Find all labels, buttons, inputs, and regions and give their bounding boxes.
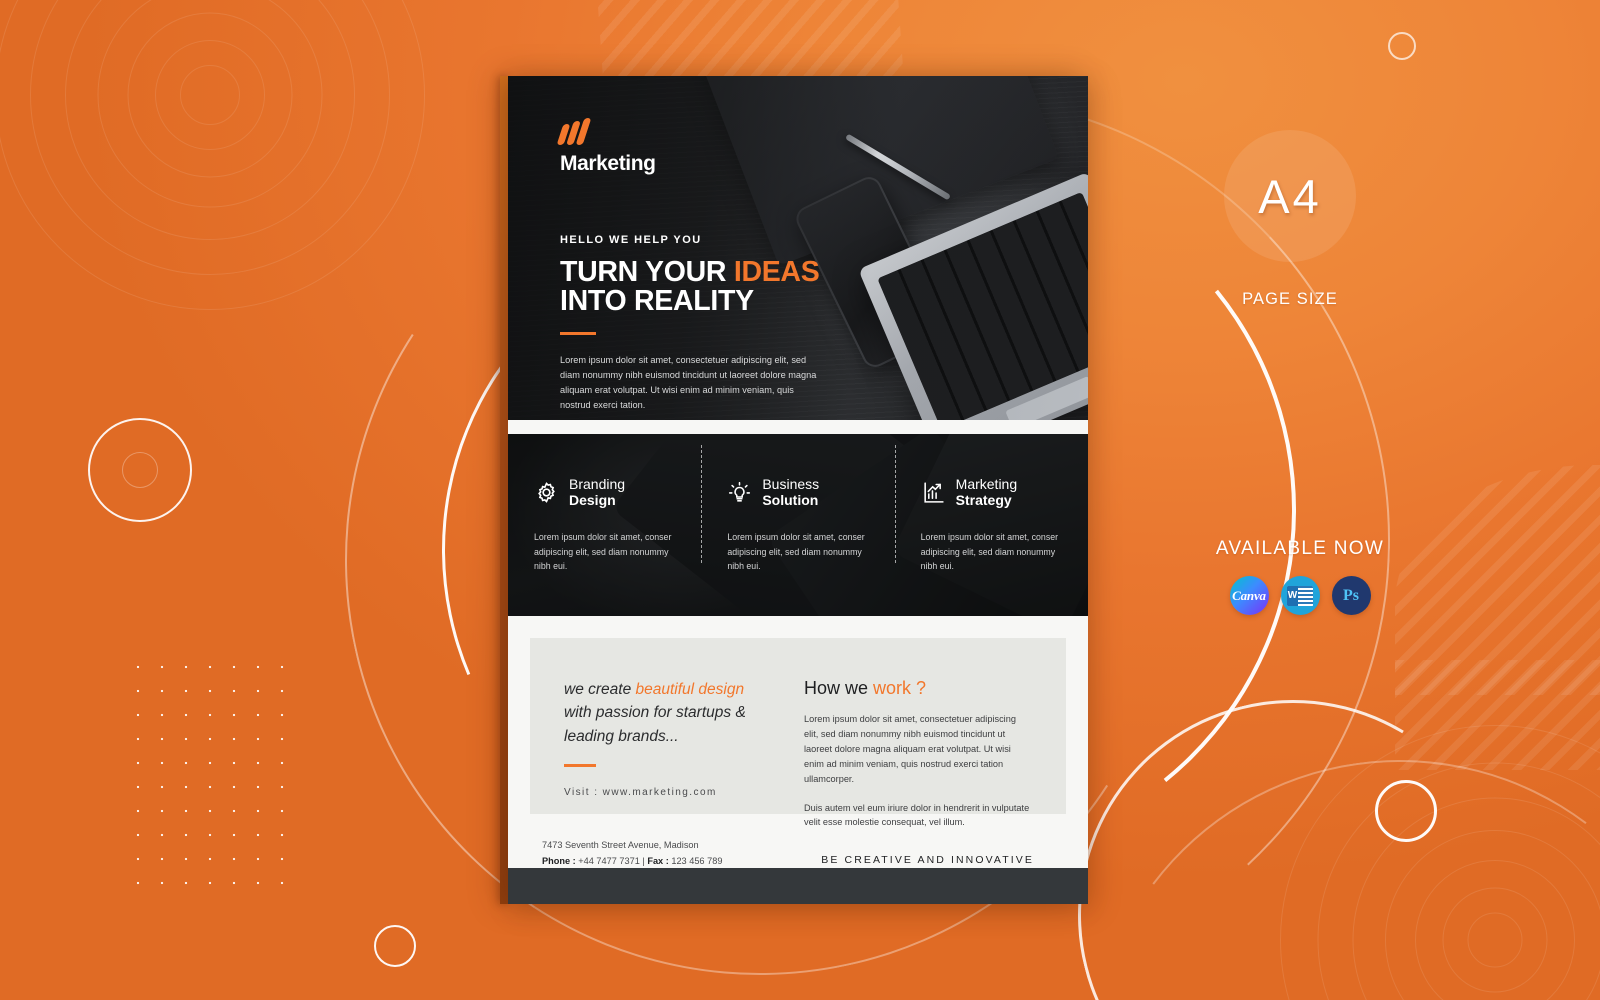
service-card-header: Business Solution xyxy=(727,475,868,508)
work-slogan-accent: beautiful design xyxy=(635,681,745,698)
available-now-label: AVAILABLE NOW xyxy=(1215,538,1385,559)
concentric-rings-bottom-right-decoration xyxy=(1260,705,1600,1000)
footer-phone-label: Phone : xyxy=(542,855,576,866)
circle-outline-top-right-decoration xyxy=(1388,32,1416,60)
poster-how-we-work-section: we create beautiful design with passion f… xyxy=(530,638,1066,827)
hero-headline: TURN YOUR IDEAS INTO REALITY xyxy=(560,256,860,318)
poster-logo: Marketing xyxy=(556,118,656,176)
service-card-header: Marketing Strategy xyxy=(921,475,1062,508)
service-card-body: Lorem ipsum dolor sit amet, conser adipi… xyxy=(920,532,1059,571)
service-title-line1: Marketing xyxy=(955,475,1018,492)
arc-bottom-sweep-decoration xyxy=(1049,719,1600,1000)
service-card-title: Business Solution xyxy=(762,475,820,508)
service-card-body: Lorem ipsum dolor sit amet, conser adipi… xyxy=(534,532,672,571)
work-accent-rule xyxy=(564,763,596,767)
lightbulb-idea-icon xyxy=(727,480,752,505)
footer-address: 7473 Seventh Street Avenue, Madison xyxy=(542,840,699,850)
work-slogan-plain-1: we create xyxy=(564,681,636,698)
canva-icon-label: Canva xyxy=(1232,587,1266,603)
work-paragraph-1: Lorem ipsum dolor sit amet, consectetuer… xyxy=(804,714,1016,784)
service-title-line2: Solution xyxy=(762,491,819,508)
arc-bottom-left-decoration xyxy=(1032,654,1554,1000)
service-card-title: Marketing Strategy xyxy=(955,475,1018,508)
marketing-bars-logo-icon xyxy=(556,118,656,145)
circle-outline-bottom-left-decoration xyxy=(374,925,416,967)
flyer-poster[interactable]: Marketing HELLO WE HELP YOU TURN YOUR ID… xyxy=(508,76,1088,904)
footer-fax-value: 123 456 789 xyxy=(668,855,723,866)
hero-copy-block: HELLO WE HELP YOU TURN YOUR IDEAS INTO R… xyxy=(560,234,860,413)
service-card-business-solution: Business Solution Lorem ipsum dolor sit … xyxy=(701,444,894,573)
hero-eyebrow: HELLO WE HELP YOU xyxy=(560,234,702,246)
page-size-badge: A4 xyxy=(1224,130,1356,262)
hero-paragraph: Lorem ipsum dolor sit amet, consectetuer… xyxy=(560,355,817,410)
service-title-line2: Design xyxy=(569,491,616,508)
word-icon[interactable]: W xyxy=(1280,576,1320,615)
work-title: How we work ? xyxy=(804,678,1032,699)
word-icon-document: W xyxy=(1287,585,1313,606)
page-size-label: PAGE SIZE xyxy=(1242,290,1338,308)
service-title-line1: Branding xyxy=(569,475,626,492)
circle-outline-left-inner-decoration xyxy=(122,452,158,488)
circle-outline-bottom-right-decoration xyxy=(1375,780,1437,842)
footer-phone-value: +44 7477 7371 xyxy=(575,855,643,866)
diagonal-hatch-bottom-right-decoration xyxy=(1395,660,1600,770)
work-title-accent: work ? xyxy=(873,678,927,698)
poster-logo-text: Marketing xyxy=(560,152,656,175)
photoshop-icon[interactable]: Ps xyxy=(1331,576,1371,615)
work-slogan-plain-2: with passion for startups & leading bran… xyxy=(564,704,746,745)
footer-fax-label: Fax : xyxy=(647,855,669,866)
poster-divider-strip xyxy=(508,420,1088,434)
hero-headline-line2: INTO REALITY xyxy=(560,285,754,318)
circle-outline-left-decoration xyxy=(88,418,192,522)
work-slogan: we create beautiful design with passion f… xyxy=(564,678,776,748)
dot-grid-decoration xyxy=(126,655,296,885)
poster-hero-section: Marketing HELLO WE HELP YOU TURN YOUR ID… xyxy=(508,76,1088,420)
gear-icon xyxy=(534,480,559,505)
bar-chart-growth-icon xyxy=(921,480,946,505)
work-paragraph-2: Duis autem vel eum iriure dolor in hendr… xyxy=(804,802,1030,828)
work-title-plain: How we xyxy=(804,678,874,698)
service-card-body: Lorem ipsum dolor sit amet, conser adipi… xyxy=(727,532,865,571)
service-title-line1: Business xyxy=(762,475,820,492)
photoshop-icon-label: Ps xyxy=(1343,586,1359,604)
poster-services-section: Branding Design Lorem ipsum dolor sit am… xyxy=(508,434,1088,616)
concentric-rings-top-left-decoration xyxy=(0,0,445,330)
mockup-stage: A4 PAGE SIZE AVAILABLE NOW Canva W Ps Ma… xyxy=(0,0,1600,1000)
word-icon-lines xyxy=(1298,585,1313,606)
service-title-line2: Strategy xyxy=(955,491,1012,508)
available-now-panel: AVAILABLE NOW Canva W Ps xyxy=(1150,538,1450,615)
poster-work-wrapper: we create beautiful design with passion f… xyxy=(508,616,1088,827)
service-card-branding-design: Branding Design Lorem ipsum dolor sit am… xyxy=(508,475,701,573)
work-text-block: How we work ? Lorem ipsum dolor sit amet… xyxy=(804,678,1032,827)
work-visit-link[interactable]: Visit : www.marketing.com xyxy=(564,787,776,798)
canva-icon[interactable]: Canva xyxy=(1229,576,1269,615)
page-size-panel: A4 PAGE SIZE xyxy=(1150,130,1430,309)
footer-tagline: BE CREATIVE AND INNOVATIVE xyxy=(821,854,1034,866)
hero-headline-line1-plain: TURN YOUR xyxy=(560,256,734,288)
work-slogan-block: we create beautiful design with passion f… xyxy=(564,678,776,798)
app-icon-list: Canva W Ps xyxy=(1150,576,1450,615)
poster-bottom-bar xyxy=(508,868,1088,904)
hero-accent-rule xyxy=(560,332,596,336)
hero-headline-line1-accent: IDEAS xyxy=(733,256,820,288)
service-card-header: Branding Design xyxy=(534,475,675,508)
page-size-badge-text: A4 xyxy=(1258,169,1322,223)
service-card-title: Branding Design xyxy=(569,475,626,508)
service-card-marketing-strategy: Marketing Strategy Lorem ipsum dolor sit… xyxy=(894,444,1088,573)
word-icon-letter: W xyxy=(1287,585,1298,606)
